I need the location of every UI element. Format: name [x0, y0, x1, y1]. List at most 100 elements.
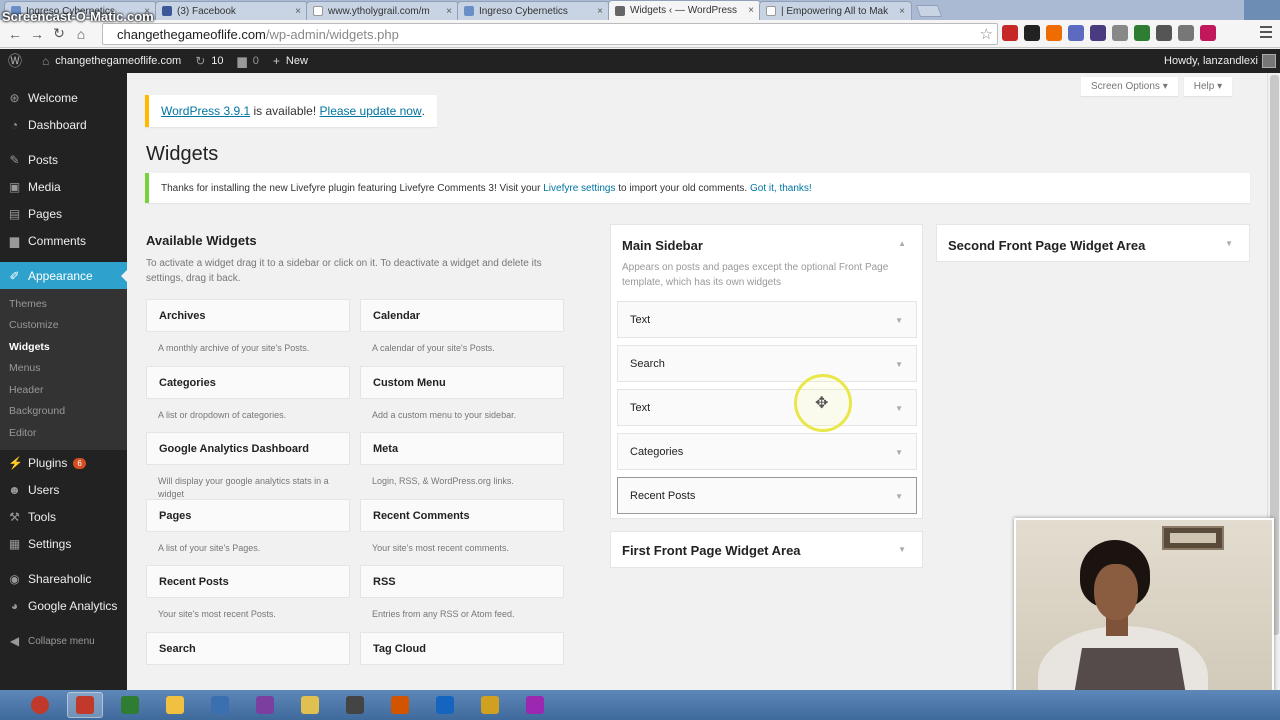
extension-icon[interactable] [1024, 25, 1040, 41]
sidebar-widget-recent-posts[interactable]: Recent Posts ▼ [617, 477, 917, 514]
tab-close-icon[interactable]: × [597, 6, 603, 17]
sidebar-item-settings[interactable]: ▦ Settings [0, 531, 127, 558]
browser-tab[interactable]: Widgets ‹ — WordPress × [608, 0, 761, 20]
avatar[interactable] [1262, 54, 1276, 68]
widget-calendar[interactable]: Calendar [360, 299, 564, 332]
taskbar-app-icon[interactable] [337, 692, 373, 718]
address-bar[interactable]: changethegameoflife.com/wp-admin/widgets… [102, 23, 998, 45]
howdy-user[interactable]: Howdy, lanzandlexi [1164, 55, 1258, 67]
browser-tab[interactable]: | Empowering All to Mak × [759, 1, 912, 20]
tab-close-icon[interactable]: × [446, 6, 452, 17]
window-user-icon[interactable] [1244, 0, 1280, 20]
screen-options-button[interactable]: Screen Options ▾ [1081, 77, 1178, 96]
new-content-link[interactable]: + New [273, 54, 308, 68]
extension-icon[interactable] [1046, 25, 1062, 41]
update-now-link[interactable]: Please update now [320, 104, 422, 118]
sidebar-item-shareaholic[interactable]: ◉ Shareaholic [0, 566, 127, 593]
taskbar-app-icon[interactable] [292, 692, 328, 718]
sidebar-item-media[interactable]: ▣ Media [0, 173, 127, 200]
help-button[interactable]: Help ▾ [1183, 77, 1233, 96]
extension-icon[interactable] [1178, 25, 1194, 41]
expand-arrow-icon[interactable]: ▼ [895, 404, 903, 413]
taskbar-app-icon[interactable] [202, 692, 238, 718]
wordpress-version-link[interactable]: WordPress 3.9.1 [161, 104, 250, 118]
submenu-item-themes[interactable]: Themes [0, 293, 127, 315]
tab-close-icon[interactable]: × [899, 6, 905, 17]
back-icon[interactable]: ← [4, 26, 26, 42]
taskbar-app-icon[interactable] [157, 692, 193, 718]
submenu-item-header[interactable]: Header [0, 379, 127, 401]
sidebar-item-plugins[interactable]: ⚡ Plugins 6 [0, 450, 127, 477]
widget-google-analytics-dashboard[interactable]: Google Analytics Dashboard [146, 432, 350, 465]
start-button[interactable] [22, 692, 58, 718]
dismiss-link[interactable]: Got it, thanks! [750, 183, 812, 194]
widget-archives[interactable]: Archives [146, 299, 350, 332]
taskbar-app-icon[interactable] [67, 692, 103, 718]
expand-arrow-icon[interactable]: ▼ [895, 316, 903, 325]
taskbar-app-icon[interactable] [112, 692, 148, 718]
sidebar-item-posts[interactable]: ✎ Posts [0, 146, 127, 173]
browser-tab[interactable]: www.ytholygrail.com/m × [306, 1, 459, 20]
widget-recent-comments[interactable]: Recent Comments [360, 498, 564, 532]
submenu-item-menus[interactable]: Menus [0, 358, 127, 380]
expand-arrow-icon[interactable]: ▼ [898, 545, 906, 554]
widget-custom-menu[interactable]: Custom Menu [360, 365, 564, 399]
comments-link[interactable]: ▆ 0 [238, 54, 259, 68]
sidebar-item-pages[interactable]: ▤ Pages [0, 200, 127, 227]
extension-icon[interactable] [1156, 25, 1172, 41]
tab-close-icon[interactable]: × [748, 5, 754, 16]
sidebar-item-tools[interactable]: ⚒ Tools [0, 504, 127, 531]
site-name-link[interactable]: ⌂ changethegameoflife.com [42, 54, 181, 68]
sidebar-item-dashboard[interactable]: ◔ Dashboard [0, 111, 127, 138]
widget-meta[interactable]: Meta [360, 432, 564, 465]
sidebar-item-comments[interactable]: ▆ Comments [0, 227, 127, 254]
bookmark-star-icon[interactable]: ☆ [980, 25, 993, 43]
sidebar-item-google-analytics[interactable]: ◕ Google Analytics [0, 593, 127, 620]
collapse-arrow-icon[interactable]: ▲ [898, 239, 906, 248]
sidebar-widget-text[interactable]: Text ▼ [617, 389, 917, 426]
main-sidebar-area[interactable]: Main Sidebar ▲ Appears on posts and page… [610, 224, 923, 519]
taskbar-app-icon[interactable] [247, 692, 283, 718]
submenu-item-background[interactable]: Background [0, 401, 127, 423]
taskbar-app-icon[interactable] [427, 692, 463, 718]
browser-tab[interactable]: (3) Facebook × [155, 1, 308, 20]
first-front-page-area[interactable]: First Front Page Widget Area ▼ [610, 531, 923, 568]
expand-arrow-icon[interactable]: ▼ [895, 360, 903, 369]
sidebar-item-welcome[interactable]: ⊛ Welcome [0, 84, 127, 111]
wp-logo-icon[interactable]: Ⓦ [8, 51, 28, 71]
submenu-item-customize[interactable]: Customize [0, 315, 127, 337]
taskbar-app-icon[interactable] [382, 692, 418, 718]
forward-icon[interactable]: → [26, 26, 48, 42]
extension-icon[interactable] [1002, 25, 1018, 41]
widget-pages[interactable]: Pages [146, 498, 350, 532]
extension-icon[interactable] [1112, 25, 1128, 41]
taskbar-app-icon[interactable] [472, 692, 508, 718]
submenu-item-editor[interactable]: Editor [0, 422, 127, 444]
browser-tab[interactable]: Ingreso Cybernetics × [457, 1, 610, 20]
browser-menu-icon[interactable] [1260, 26, 1272, 41]
widget-tag-cloud[interactable]: Tag Cloud [360, 631, 564, 665]
extension-icon[interactable] [1200, 25, 1216, 41]
home-icon[interactable]: ⌂ [70, 26, 92, 42]
expand-arrow-icon[interactable]: ▼ [895, 492, 903, 501]
second-front-page-area[interactable]: Second Front Page Widget Area ▼ [936, 224, 1250, 262]
submenu-item-widgets[interactable]: Widgets [0, 336, 127, 358]
widget-categories[interactable]: Categories [146, 365, 350, 399]
expand-arrow-icon[interactable]: ▼ [1225, 239, 1233, 248]
widget-recent-posts[interactable]: Recent Posts [146, 565, 350, 598]
widget-rss[interactable]: RSS [360, 565, 564, 598]
expand-arrow-icon[interactable]: ▼ [895, 448, 903, 457]
livefyre-settings-link[interactable]: Livefyre settings [543, 183, 615, 194]
updates-link[interactable]: ↻ 10 [195, 54, 223, 68]
tab-close-icon[interactable]: × [295, 6, 301, 17]
extension-icon[interactable] [1134, 25, 1150, 41]
sidebar-widget-categories[interactable]: Categories ▼ [617, 433, 917, 470]
reload-icon[interactable]: ↻ [48, 25, 70, 42]
new-tab-button[interactable] [915, 5, 943, 17]
sidebar-item-appearance[interactable]: ✐ Appearance [0, 262, 127, 289]
sidebar-widget-search[interactable]: Search ▼ [617, 345, 917, 382]
taskbar-app-icon[interactable] [517, 692, 553, 718]
widget-search[interactable]: Search [146, 631, 350, 665]
extension-icon[interactable] [1090, 25, 1106, 41]
sidebar-widget-text[interactable]: Text ▼ [617, 301, 917, 338]
